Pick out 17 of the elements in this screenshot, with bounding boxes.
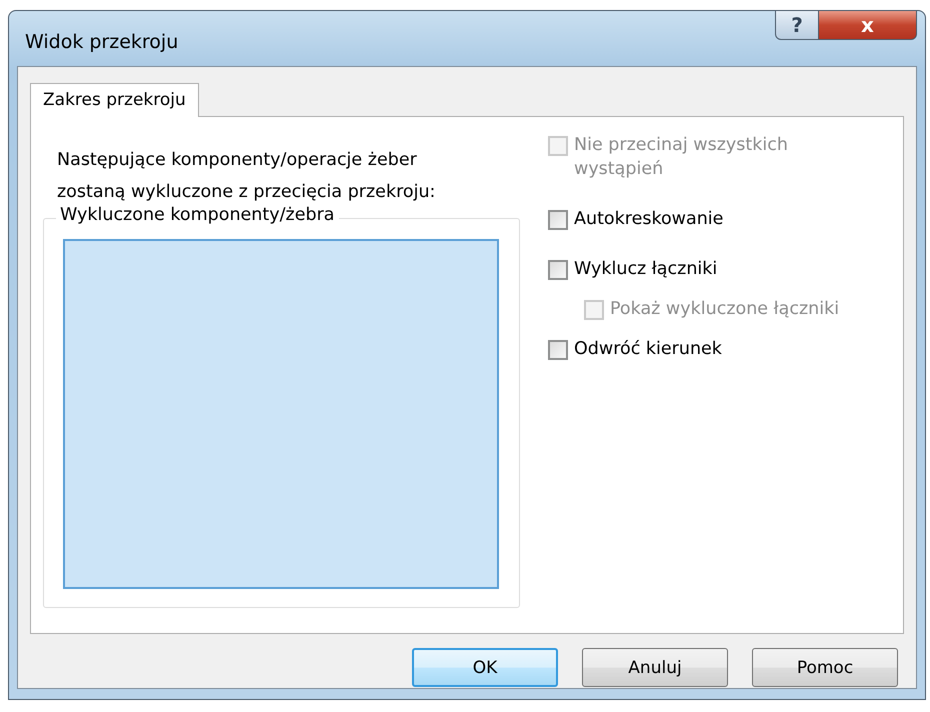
checkbox-label[interactable]: Odwróć kierunek [574,337,722,361]
help-button[interactable]: ? [775,10,819,40]
dialog-button[interactable]: Pomoc [752,648,898,687]
checkbox[interactable] [548,210,568,230]
description-text: Następujące komponenty/operacje żeber [57,149,418,172]
list-box[interactable] [63,239,499,589]
checkbox[interactable] [548,260,568,280]
checkbox-label[interactable]: Autokreskowanie [574,207,724,231]
checkbox[interactable] [548,340,568,360]
window-title: Widok przekroju [25,31,178,53]
group-legend: Wykluczone komponenty/żebra [56,205,338,225]
close-button[interactable]: x [819,10,917,40]
tab[interactable]: Zakres przekroju [30,83,199,117]
dialog-button[interactable]: Anuluj [582,648,728,687]
checkbox-label[interactable]: Wyklucz łączniki [574,257,718,281]
description-text: zostaną wykluczone z przecięcia przekroju: [57,181,436,204]
dialog-button[interactable]: OK [412,648,558,687]
